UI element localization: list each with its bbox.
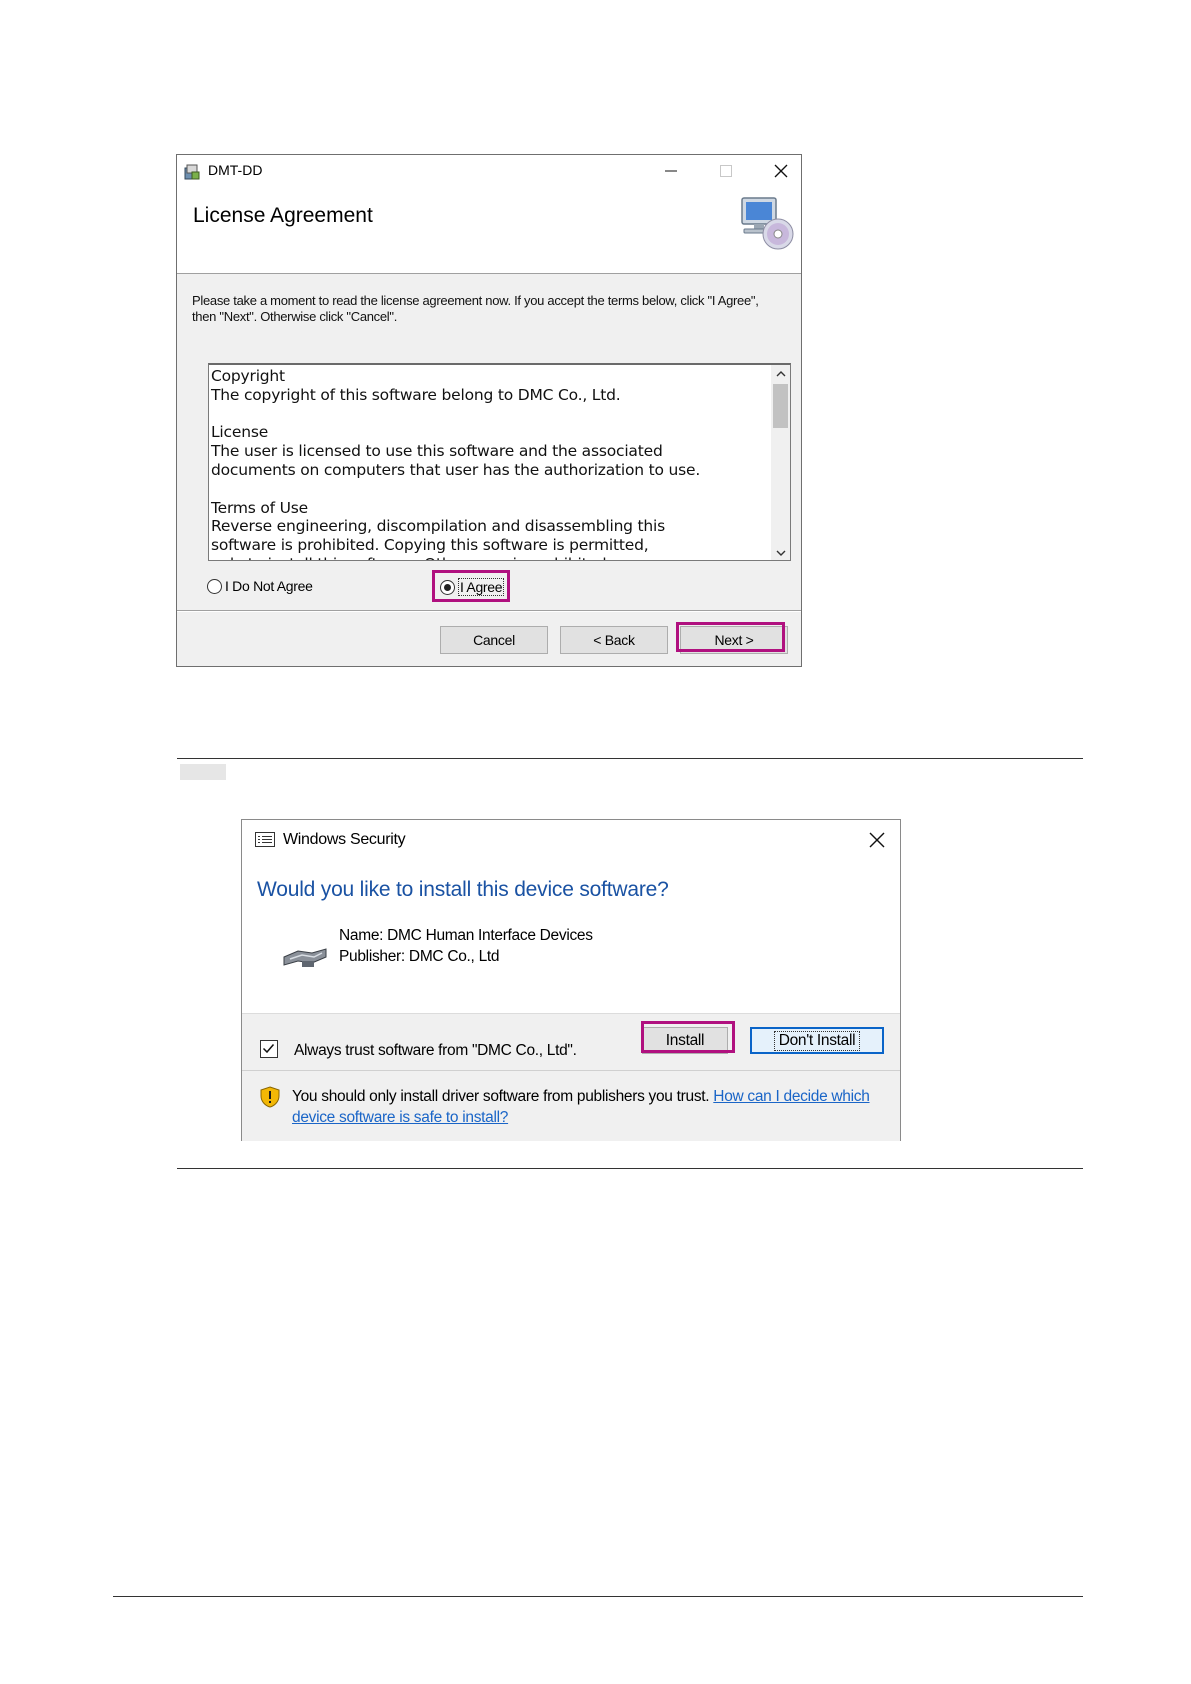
device-icon: [283, 948, 327, 967]
cancel-button[interactable]: Cancel: [440, 626, 548, 654]
installer-window: DMT-DD License Agreement Please take a m…: [176, 154, 802, 667]
window-title: DMT-DD: [208, 162, 263, 178]
maximize-icon: [720, 164, 732, 177]
dialog-header: License Agreement: [177, 186, 801, 274]
minimize-icon: [665, 170, 677, 171]
page-footer-rule: [113, 1596, 1083, 1597]
device-publisher: Publisher: DMC Co., Ltd: [339, 948, 500, 965]
checkmark-icon: [262, 1044, 275, 1054]
minimize-button[interactable]: [646, 155, 696, 186]
note-tag: [180, 764, 226, 780]
license-textbox[interactable]: Copyright The copyright of this software…: [208, 363, 791, 561]
security-window-icon: [255, 832, 275, 847]
back-button[interactable]: < Back: [560, 626, 668, 654]
chevron-down-icon: [776, 550, 785, 556]
warning-text: You should only install driver software …: [292, 1088, 710, 1105]
security-title: Windows Security: [283, 831, 406, 848]
dont-install-button[interactable]: Don't Install: [750, 1027, 884, 1054]
always-trust-label[interactable]: Always trust software from "DMC Co., Ltd…: [294, 1042, 577, 1060]
next-highlight-frame: [676, 622, 785, 652]
close-icon: [774, 164, 788, 177]
button-separator: [177, 610, 801, 612]
security-footer: Always trust software from "DMC Co., Ltd…: [242, 1013, 900, 1141]
security-close-button[interactable]: [867, 830, 887, 850]
do-not-agree-option[interactable]: I Do Not Agree: [207, 578, 313, 594]
install-highlight-frame: [641, 1021, 735, 1053]
footer-divider: [242, 1070, 900, 1071]
install-question: Would you like to install this device so…: [257, 878, 669, 901]
do-not-agree-label: I Do Not Agree: [225, 578, 313, 594]
shield-warning-icon: [260, 1086, 280, 1108]
title-bar: DMT-DD: [177, 155, 801, 186]
always-trust-checkbox[interactable]: [260, 1040, 278, 1058]
chevron-up-icon: [776, 370, 785, 376]
scroll-up-button[interactable]: [771, 365, 790, 382]
note-top-rule: [177, 758, 1083, 759]
agree-highlight-frame: [432, 570, 510, 602]
scroll-thumb[interactable]: [773, 384, 788, 428]
close-button[interactable]: [756, 155, 806, 186]
computer-cd-icon: [741, 197, 794, 250]
do-not-agree-radio[interactable]: [207, 578, 222, 594]
license-scrollbar[interactable]: [771, 365, 790, 560]
maximize-button[interactable]: [701, 155, 751, 186]
close-icon: [869, 832, 885, 848]
instructions-text: Please take a moment to read the license…: [192, 293, 759, 324]
warning-message: You should only install driver software …: [292, 1086, 872, 1128]
license-text: Copyright The copyright of this software…: [211, 367, 701, 560]
installer-app-icon: [184, 164, 200, 180]
dont-install-label: Don't Install: [773, 1030, 861, 1051]
note-bottom-rule: [177, 1168, 1083, 1169]
page-title: License Agreement: [193, 204, 373, 227]
scroll-down-button[interactable]: [771, 544, 790, 560]
windows-security-dialog: Windows Security Would you like to insta…: [241, 819, 901, 1141]
device-name: Name: DMC Human Interface Devices: [339, 927, 593, 944]
